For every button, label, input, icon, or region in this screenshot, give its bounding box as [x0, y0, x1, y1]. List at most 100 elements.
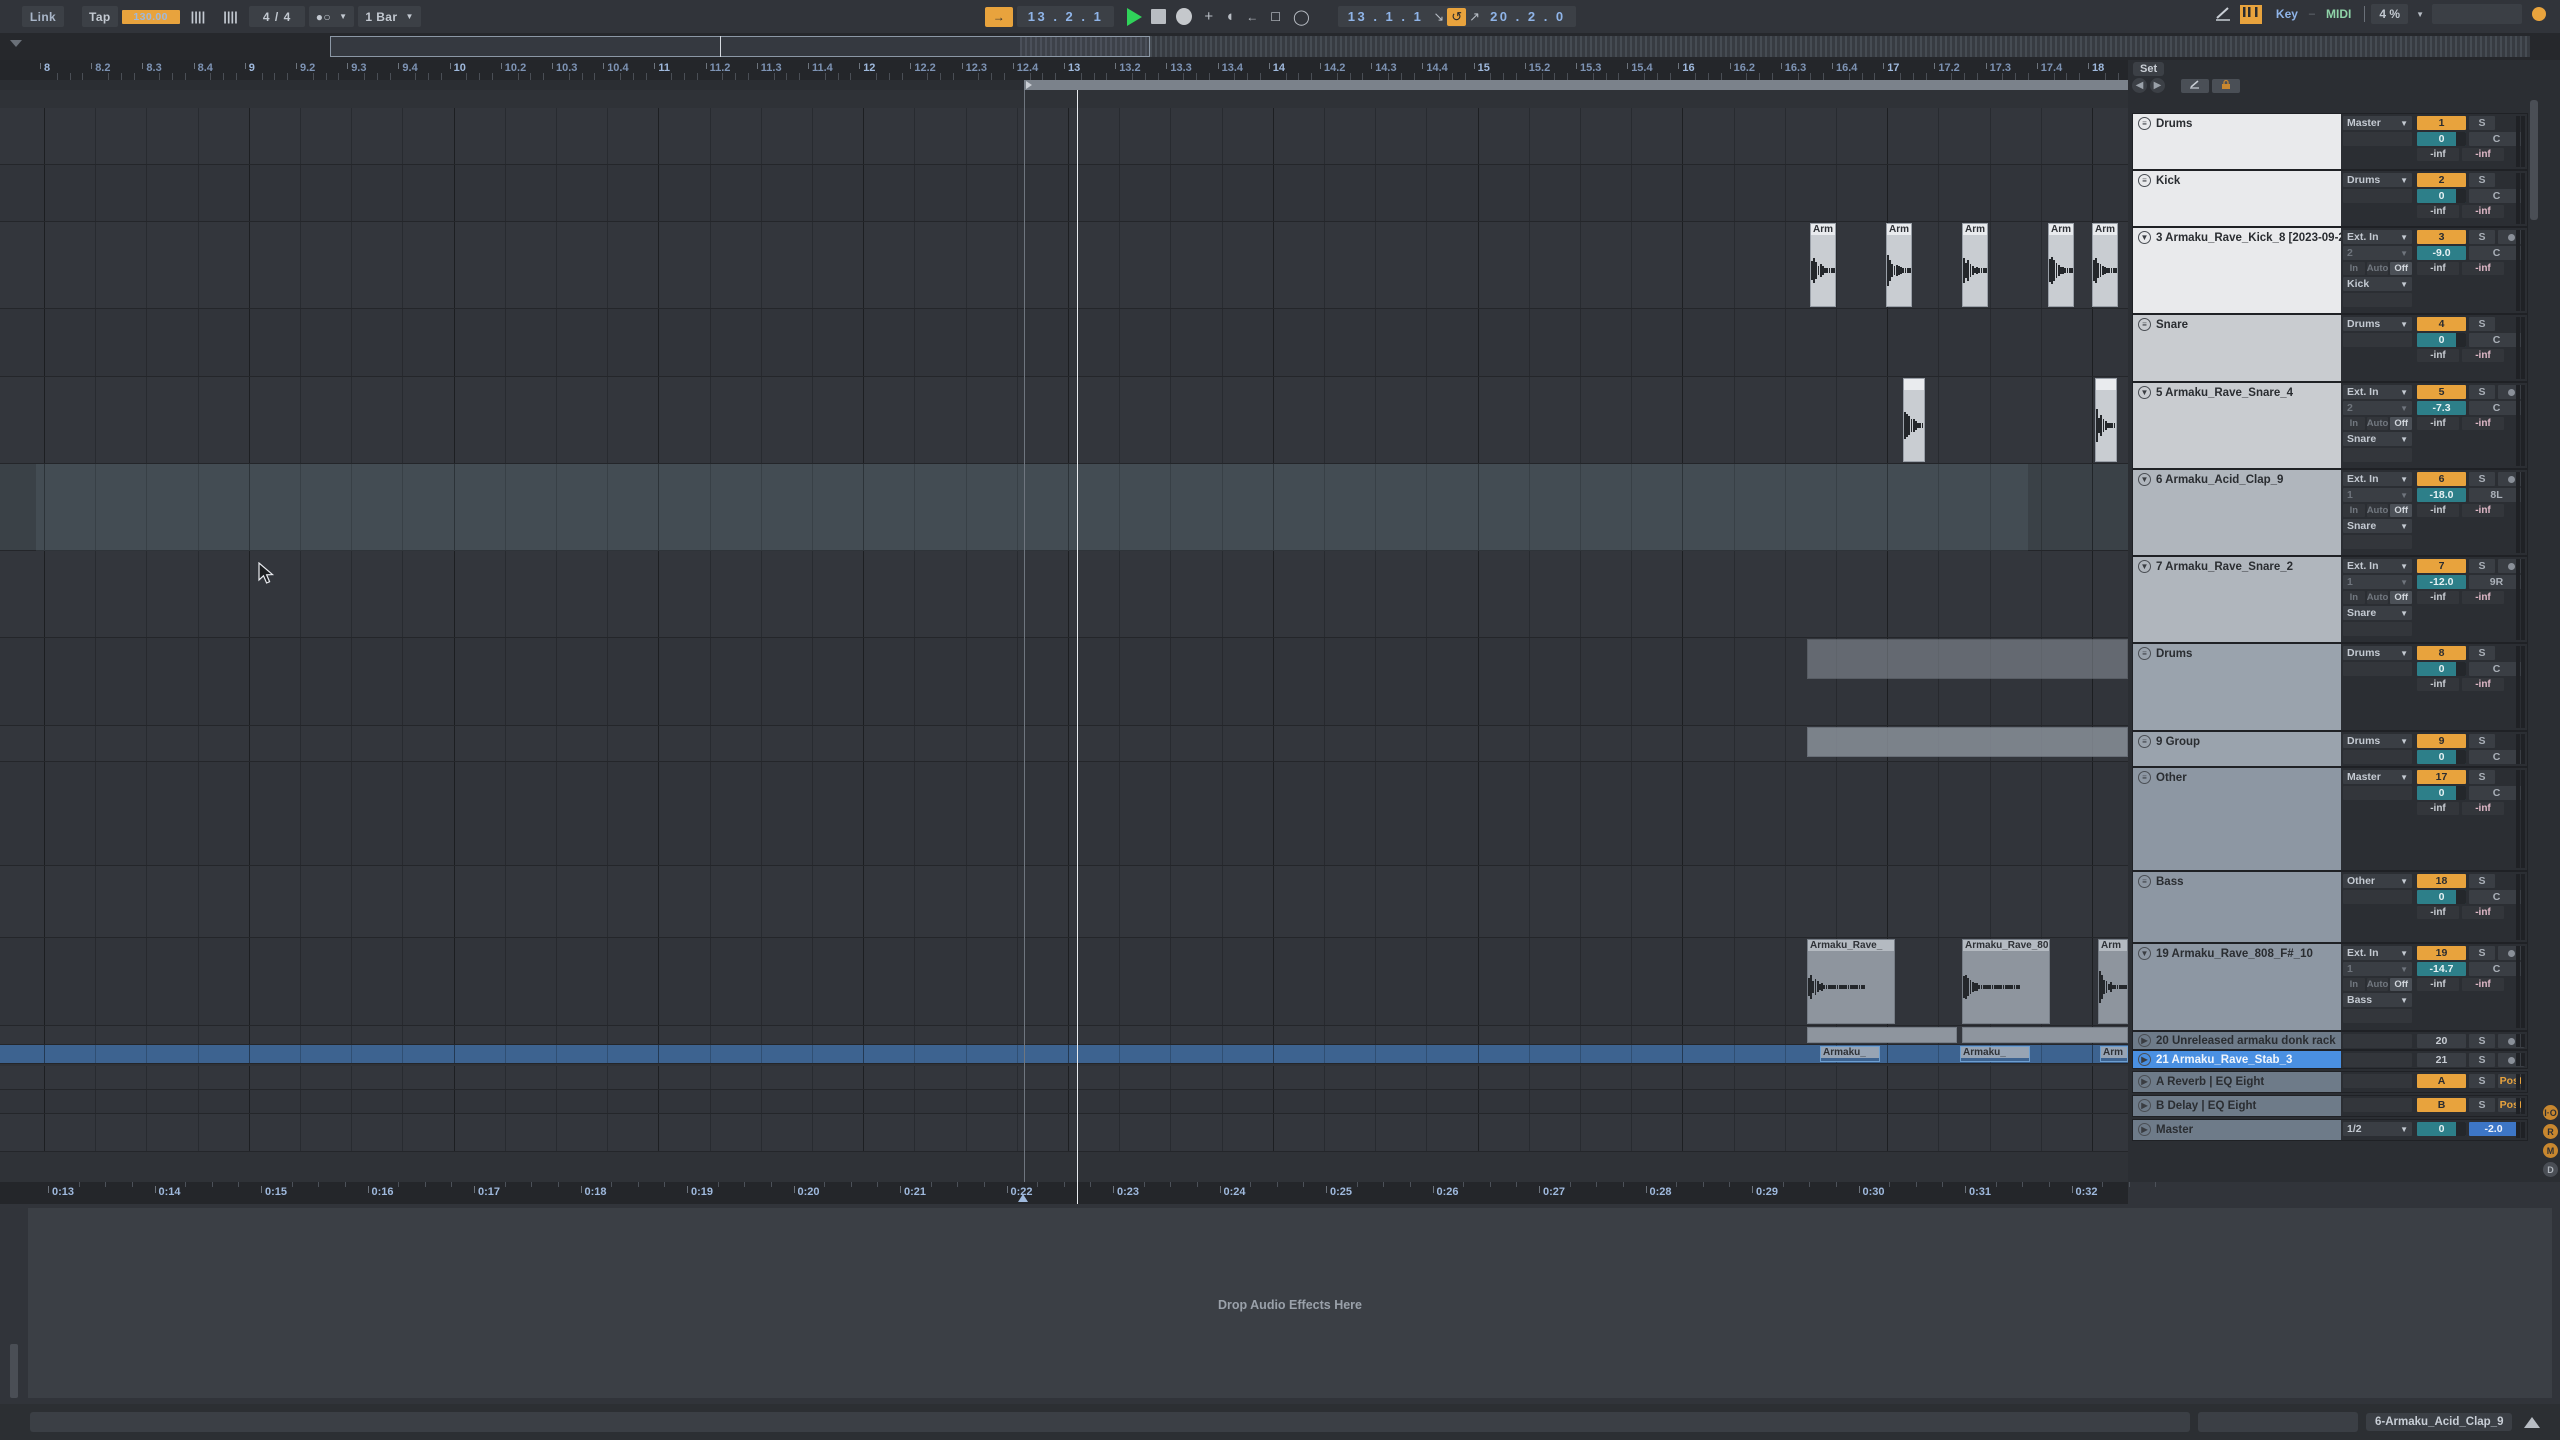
audio-clip[interactable]: Arm — [1810, 223, 1836, 307]
chevron-down-icon[interactable]: ▼ — [2400, 996, 2408, 1005]
detail-view[interactable]: Drop Audio Effects Here — [0, 1204, 2560, 1404]
monitor-auto-button[interactable]: Auto — [2367, 504, 2389, 517]
volume-field[interactable]: -9.0 — [2417, 246, 2466, 260]
master-volume-field[interactable]: 0 — [2417, 1122, 2466, 1136]
re-enable-automation-icon[interactable]: ← — [1246, 10, 1258, 24]
volume-field[interactable]: 0 — [2417, 750, 2466, 764]
arrangement-track-lane[interactable] — [0, 165, 2128, 222]
track-activator[interactable]: 6 — [2417, 472, 2466, 486]
audio-clip[interactable]: Arm — [2048, 223, 2074, 307]
chevron-down-icon[interactable]: ▼ — [2400, 649, 2408, 658]
chevron-down-icon[interactable]: ▼ — [2400, 388, 2408, 397]
group-fold-icon[interactable]: ≡ — [2138, 875, 2151, 888]
plus-icon[interactable]: + — [1204, 8, 1213, 25]
arrangement-track-lane[interactable] — [0, 866, 2128, 938]
key-map-button[interactable]: Key — [2269, 7, 2305, 21]
track-name-cell[interactable]: ≡ Bass — [2133, 872, 2341, 942]
arrangement-track-lane[interactable] — [0, 1066, 2128, 1090]
track-activator[interactable]: 2 — [2417, 173, 2466, 187]
track-output-channel-select[interactable] — [2343, 333, 2412, 347]
return-activator[interactable]: A — [2417, 1074, 2466, 1088]
track-audio-to-select[interactable]: Master ▼ — [2343, 116, 2412, 130]
solo-button[interactable]: S — [2469, 1098, 2495, 1112]
track-input-channel-select[interactable]: 1 ▼ — [2343, 962, 2412, 976]
return-audio-to-select[interactable] — [2343, 1074, 2412, 1088]
monitor-off-button[interactable]: Off — [2390, 262, 2412, 275]
volume-field[interactable]: 0 — [2417, 662, 2466, 676]
track-audio-to-select[interactable] — [2343, 1053, 2412, 1067]
computer-midi-keyboard-icon[interactable] — [2240, 5, 2262, 24]
track-row[interactable]: ▶ 20 Unreleased armaku donk rack 20 S — [2132, 1031, 2528, 1050]
track-input-channel-select[interactable]: 2 ▼ — [2343, 401, 2412, 415]
return-track-row[interactable]: ▶ B Delay | EQ Eight B S Post — [2132, 1095, 2528, 1117]
track-output-channel-select[interactable] — [2343, 786, 2412, 800]
solo-button[interactable]: S — [2469, 230, 2495, 244]
track-fold-icon[interactable]: ▶ — [2138, 1075, 2151, 1088]
loop-switch[interactable]: ↺ — [1447, 8, 1466, 26]
punch-out-icon[interactable]: ↗ — [1469, 9, 1480, 25]
track-output-channel-select[interactable] — [2343, 132, 2412, 146]
track-activator[interactable]: 3 — [2417, 230, 2466, 244]
solo-button[interactable]: S — [2469, 946, 2495, 960]
punch-in-icon[interactable]: ↘ — [1433, 9, 1444, 25]
track-audio-to-select[interactable]: Ext. In ▼ — [2343, 230, 2412, 244]
audio-clip[interactable] — [1807, 1027, 1957, 1043]
solo-button[interactable]: S — [2469, 173, 2495, 187]
audio-clip[interactable] — [1903, 378, 1925, 462]
solo-button[interactable]: S — [2469, 646, 2495, 660]
track-row[interactable]: ▼ 6 Armaku_Acid_Clap_9 Ext. In ▼ 1 ▼ In Auto Off… — [2132, 469, 2528, 556]
track-row[interactable]: ▼ 3 Armaku_Rave_Kick_8 [2023-09-2 Ext. In ▼… — [2132, 227, 2528, 314]
chevron-down-icon[interactable]: ▼ — [2400, 522, 2408, 531]
io-section-toggle[interactable]: I·O — [2543, 1105, 2558, 1120]
monitor-in-button[interactable]: In — [2343, 504, 2365, 517]
loop-brace[interactable] — [1024, 80, 2128, 90]
monitor-auto-button[interactable]: Auto — [2367, 978, 2389, 991]
capture-midi-icon[interactable]: ☐ — [1270, 10, 1281, 24]
chevron-down-icon[interactable]: ▼ — [405, 12, 413, 21]
track-activator[interactable]: 7 — [2417, 559, 2466, 573]
track-name-cell[interactable]: ▼ 19 Armaku_Rave_808_F#_10 — [2133, 944, 2341, 1030]
track-output-channel-select[interactable] — [2343, 622, 2412, 636]
audio-clip[interactable]: Armaku_ — [1960, 1046, 2030, 1062]
master-track-name-cell[interactable]: ▶ Master — [2133, 1120, 2341, 1140]
midi-map-button[interactable]: MIDI — [2319, 7, 2358, 21]
audio-clip[interactable]: Armaku_ — [1820, 1046, 1880, 1062]
overview-track[interactable] — [330, 36, 2530, 57]
arrangement-track-lane[interactable] — [0, 108, 2128, 165]
volume-field[interactable]: -14.7 — [2417, 962, 2466, 976]
arrangement-track-lane[interactable] — [0, 762, 2128, 866]
track-name-cell[interactable]: ≡ 9 Group — [2133, 732, 2341, 766]
audio-clip[interactable]: Arm — [1962, 223, 1988, 307]
delay-section-toggle[interactable]: D — [2543, 1162, 2558, 1177]
track-audio-to-select[interactable]: Ext. In ▼ — [2343, 559, 2412, 573]
chevron-down-icon[interactable]: ▼ — [2400, 320, 2408, 329]
track-row[interactable]: ≡ Kick Drums ▼ 2 S 0 C -inf -inf — [2132, 170, 2528, 227]
nav-forward-button[interactable]: ▶ — [2150, 78, 2165, 93]
track-output-channel-select[interactable] — [2343, 1009, 2412, 1023]
track-output-channel-select[interactable] — [2343, 293, 2412, 307]
quantization-select[interactable]: 1 Bar ▼ — [358, 6, 420, 27]
track-row[interactable]: ≡ Other Master ▼ 17 S 0 C -inf -inf — [2132, 767, 2528, 871]
time-signature[interactable]: 4 / 4 — [249, 6, 305, 27]
time-ruler[interactable]: 0:13 0:14 0:15 0:16 0:17 0:18 0:19 0:20 0:21 0:22… — [0, 1182, 2128, 1204]
track-fold-icon[interactable]: ▼ — [2138, 386, 2151, 399]
edit-mode-button[interactable] — [2181, 79, 2209, 93]
track-activator[interactable]: 17 — [2417, 770, 2466, 784]
chevron-down-icon[interactable]: ▼ — [2400, 404, 2408, 413]
monitor-off-button[interactable]: Off — [2390, 591, 2412, 604]
track-fold-icon[interactable]: ▼ — [2138, 473, 2151, 486]
chevron-down-icon[interactable]: ▼ — [2400, 965, 2408, 974]
arrangement-record-position-icon[interactable]: → — [985, 7, 1013, 27]
track-output-select[interactable]: Bass ▼ — [2343, 993, 2412, 1007]
track-audio-to-select[interactable]: Master ▼ — [2343, 770, 2412, 784]
arrangement-track-lane[interactable] — [0, 1045, 2128, 1064]
chevron-down-icon[interactable]: ▼ — [2400, 491, 2408, 500]
audio-clip[interactable] — [2095, 378, 2117, 462]
track-name-cell[interactable]: ▼ 5 Armaku_Rave_Snare_4 — [2133, 383, 2341, 468]
chevron-down-icon[interactable]: ▼ — [2400, 562, 2408, 571]
track-row[interactable]: ▼ 5 Armaku_Rave_Snare_4 Ext. In ▼ 2 ▼ In Auto Of… — [2132, 382, 2528, 469]
audio-clip[interactable]: Arm — [2100, 1046, 2128, 1062]
bar-ruler[interactable]: 8 8.2 8.3 8.4 9 9.2 9.3 9.4 10 10.2 10.3 10.4 11 11.2… — [0, 60, 2128, 80]
master-track-row[interactable]: ▶ Master 1/2 ▼ 0 -2.0 — [2132, 1119, 2528, 1141]
track-name-cell[interactable]: ▶ 20 Unreleased armaku donk rack — [2133, 1032, 2341, 1049]
